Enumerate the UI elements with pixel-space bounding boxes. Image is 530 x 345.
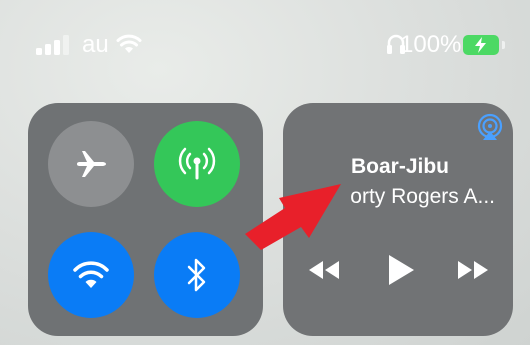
wifi-icon <box>73 261 109 288</box>
battery-tip <box>502 41 505 49</box>
bluetooth-icon <box>187 258 206 292</box>
song-title: Boar-Jibu <box>350 155 449 178</box>
cellular-data-toggle[interactable] <box>154 121 240 207</box>
fast-forward-icon[interactable] <box>456 259 490 281</box>
wifi-toggle[interactable] <box>48 232 134 318</box>
airplane-mode-toggle[interactable] <box>48 121 134 207</box>
airplay-icon[interactable] <box>476 113 504 141</box>
carrier-name: au <box>82 31 109 58</box>
antenna-icon <box>178 147 216 180</box>
airplane-icon <box>77 151 106 177</box>
charging-bolt-icon <box>475 37 486 53</box>
red-arrow <box>245 184 341 250</box>
bluetooth-toggle[interactable] <box>154 232 240 318</box>
signal-icon <box>36 35 74 55</box>
status-bar: au 100% <box>0 0 530 90</box>
play-icon[interactable] <box>386 253 416 287</box>
rewind-icon[interactable] <box>307 259 341 281</box>
battery-percent: 100% <box>400 31 462 58</box>
wifi-icon <box>116 34 142 53</box>
